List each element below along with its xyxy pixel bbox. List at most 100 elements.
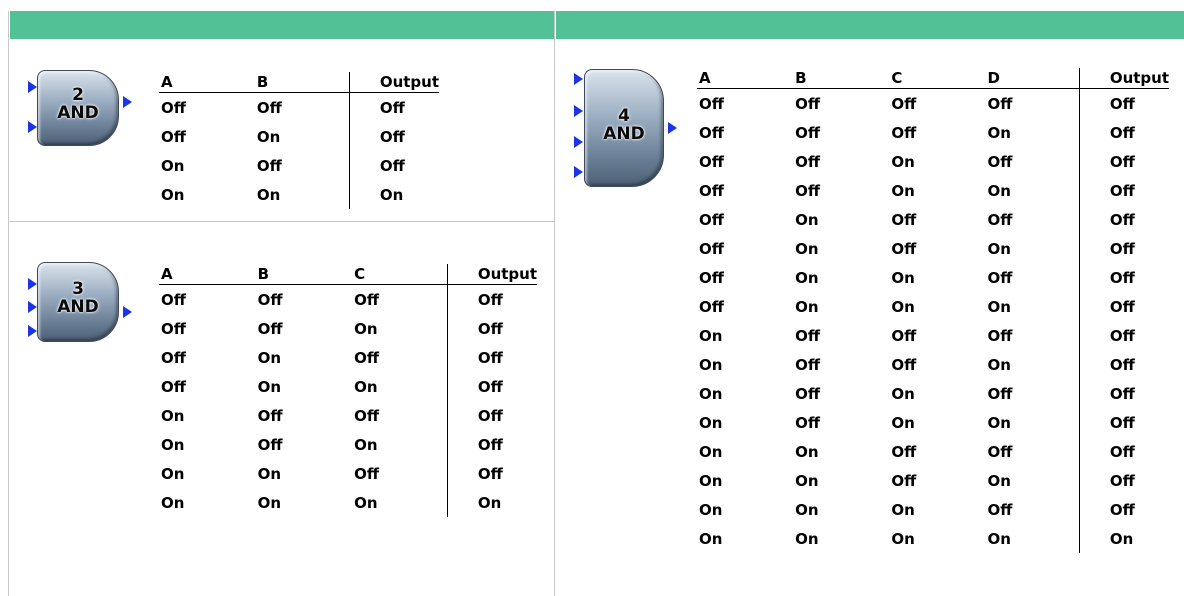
input-cell: Off [257, 319, 283, 338]
input-arrow-icon [28, 301, 37, 313]
input-cell: On [987, 239, 1011, 258]
input-cell: On [891, 384, 915, 403]
column-header-output: Output [1078, 68, 1169, 89]
table-header-row: A B C D Output [697, 68, 1169, 89]
truth-table-and4: A B C D Output Off Off Off Off Off Off Off Off On Off O… [697, 68, 1169, 553]
input-cell: Off [257, 290, 283, 309]
output-arrow-icon [123, 96, 132, 108]
header-bar-right [556, 11, 1184, 39]
table-row: On Off On On Off [697, 408, 1169, 437]
output-cell: On [348, 180, 439, 209]
output-cell: Off [1078, 176, 1169, 205]
input-cell: Off [891, 123, 917, 142]
table-row: Off Off On Off Off [697, 147, 1169, 176]
table-row: Off On On Off [159, 372, 537, 401]
input-cell: On [354, 319, 378, 338]
table-header-row: A B Output [159, 72, 439, 93]
table-row: On Off Off Off Off [697, 321, 1169, 350]
table-row: Off Off On Off [159, 314, 537, 343]
input-cell: On [891, 268, 915, 287]
table-row: Off Off Off On Off [697, 118, 1169, 147]
gate-name: AND [57, 297, 99, 317]
input-cell: Off [987, 152, 1013, 171]
column-header-input: A [697, 68, 794, 89]
output-cell: Off [446, 401, 537, 430]
column-header-input: A [159, 264, 256, 285]
input-cell: On [795, 297, 819, 316]
table-row: On On Off Off [159, 459, 537, 488]
output-cell: Off [1078, 408, 1169, 437]
table-row: Off On Off On Off [697, 234, 1169, 263]
input-cell: On [161, 406, 185, 425]
and-gate-icon: 4 AND [584, 69, 664, 187]
input-cell: Off [256, 156, 282, 175]
input-arrow-icon [574, 73, 583, 85]
input-cell: Off [699, 181, 724, 200]
input-cell: On [161, 156, 185, 175]
input-cell: Off [891, 94, 917, 113]
table-row: Off On On Off Off [697, 263, 1169, 292]
input-cell: On [891, 297, 915, 316]
output-cell: Off [1078, 118, 1169, 147]
output-cell: Off [446, 314, 537, 343]
input-cell: On [987, 471, 1011, 490]
input-cell: On [891, 152, 915, 171]
input-cell: Off [699, 123, 724, 142]
input-cell: Off [257, 406, 283, 425]
table-header-row: A B C Output [159, 264, 537, 285]
input-cell: Off [795, 94, 821, 113]
input-cell: Off [161, 127, 186, 146]
input-cell: On [987, 297, 1011, 316]
input-cell: Off [161, 290, 186, 309]
output-cell: Off [1078, 234, 1169, 263]
table-row: On Off On Off Off [697, 379, 1169, 408]
table-row: Off On Off [159, 122, 439, 151]
input-cell: On [795, 210, 819, 229]
output-cell: Off [1078, 379, 1169, 408]
and-gate-icon: 2 AND [37, 70, 119, 146]
input-cell: Off [354, 406, 380, 425]
input-cell: Off [987, 500, 1013, 519]
input-cell: On [987, 529, 1011, 548]
input-cell: On [257, 464, 281, 483]
input-cell: On [699, 471, 723, 490]
input-cell: Off [987, 384, 1013, 403]
input-cell: Off [795, 181, 821, 200]
input-cell: Off [987, 210, 1013, 229]
input-cell: On [795, 239, 819, 258]
input-cell: Off [699, 239, 724, 258]
input-cell: Off [795, 413, 821, 432]
input-cell: Off [161, 348, 186, 367]
table-row: On On On On On [697, 524, 1169, 553]
input-cell: On [256, 127, 281, 146]
output-arrow-icon [668, 122, 677, 134]
output-cell: Off [1078, 466, 1169, 495]
input-cell: Off [795, 355, 821, 374]
output-cell: Off [1078, 437, 1169, 466]
output-cell: Off [446, 343, 537, 372]
input-arrow-icon [574, 105, 583, 117]
column-divider [554, 11, 555, 596]
output-cell: Off [1078, 88, 1169, 118]
input-cell: On [891, 181, 915, 200]
input-cell: Off [891, 471, 917, 490]
input-cell: On [354, 377, 378, 396]
left-border [8, 11, 9, 596]
row-divider [9, 221, 554, 222]
input-cell: Off [891, 210, 917, 229]
input-cell: Off [891, 326, 917, 345]
input-cell: On [795, 500, 819, 519]
top-margin [0, 0, 1184, 11]
input-cell: Off [699, 94, 724, 113]
input-cell: Off [257, 435, 283, 454]
input-cell: On [257, 377, 281, 396]
input-cell: Off [891, 355, 917, 374]
input-cell: On [987, 181, 1011, 200]
input-cell: On [354, 435, 378, 454]
input-cell: On [257, 348, 281, 367]
gate-input-count: 3 [72, 279, 84, 299]
column-header-input: B [255, 264, 353, 285]
table-row: On On On [159, 180, 439, 209]
output-cell: On [446, 488, 537, 517]
output-cell: Off [1078, 321, 1169, 350]
